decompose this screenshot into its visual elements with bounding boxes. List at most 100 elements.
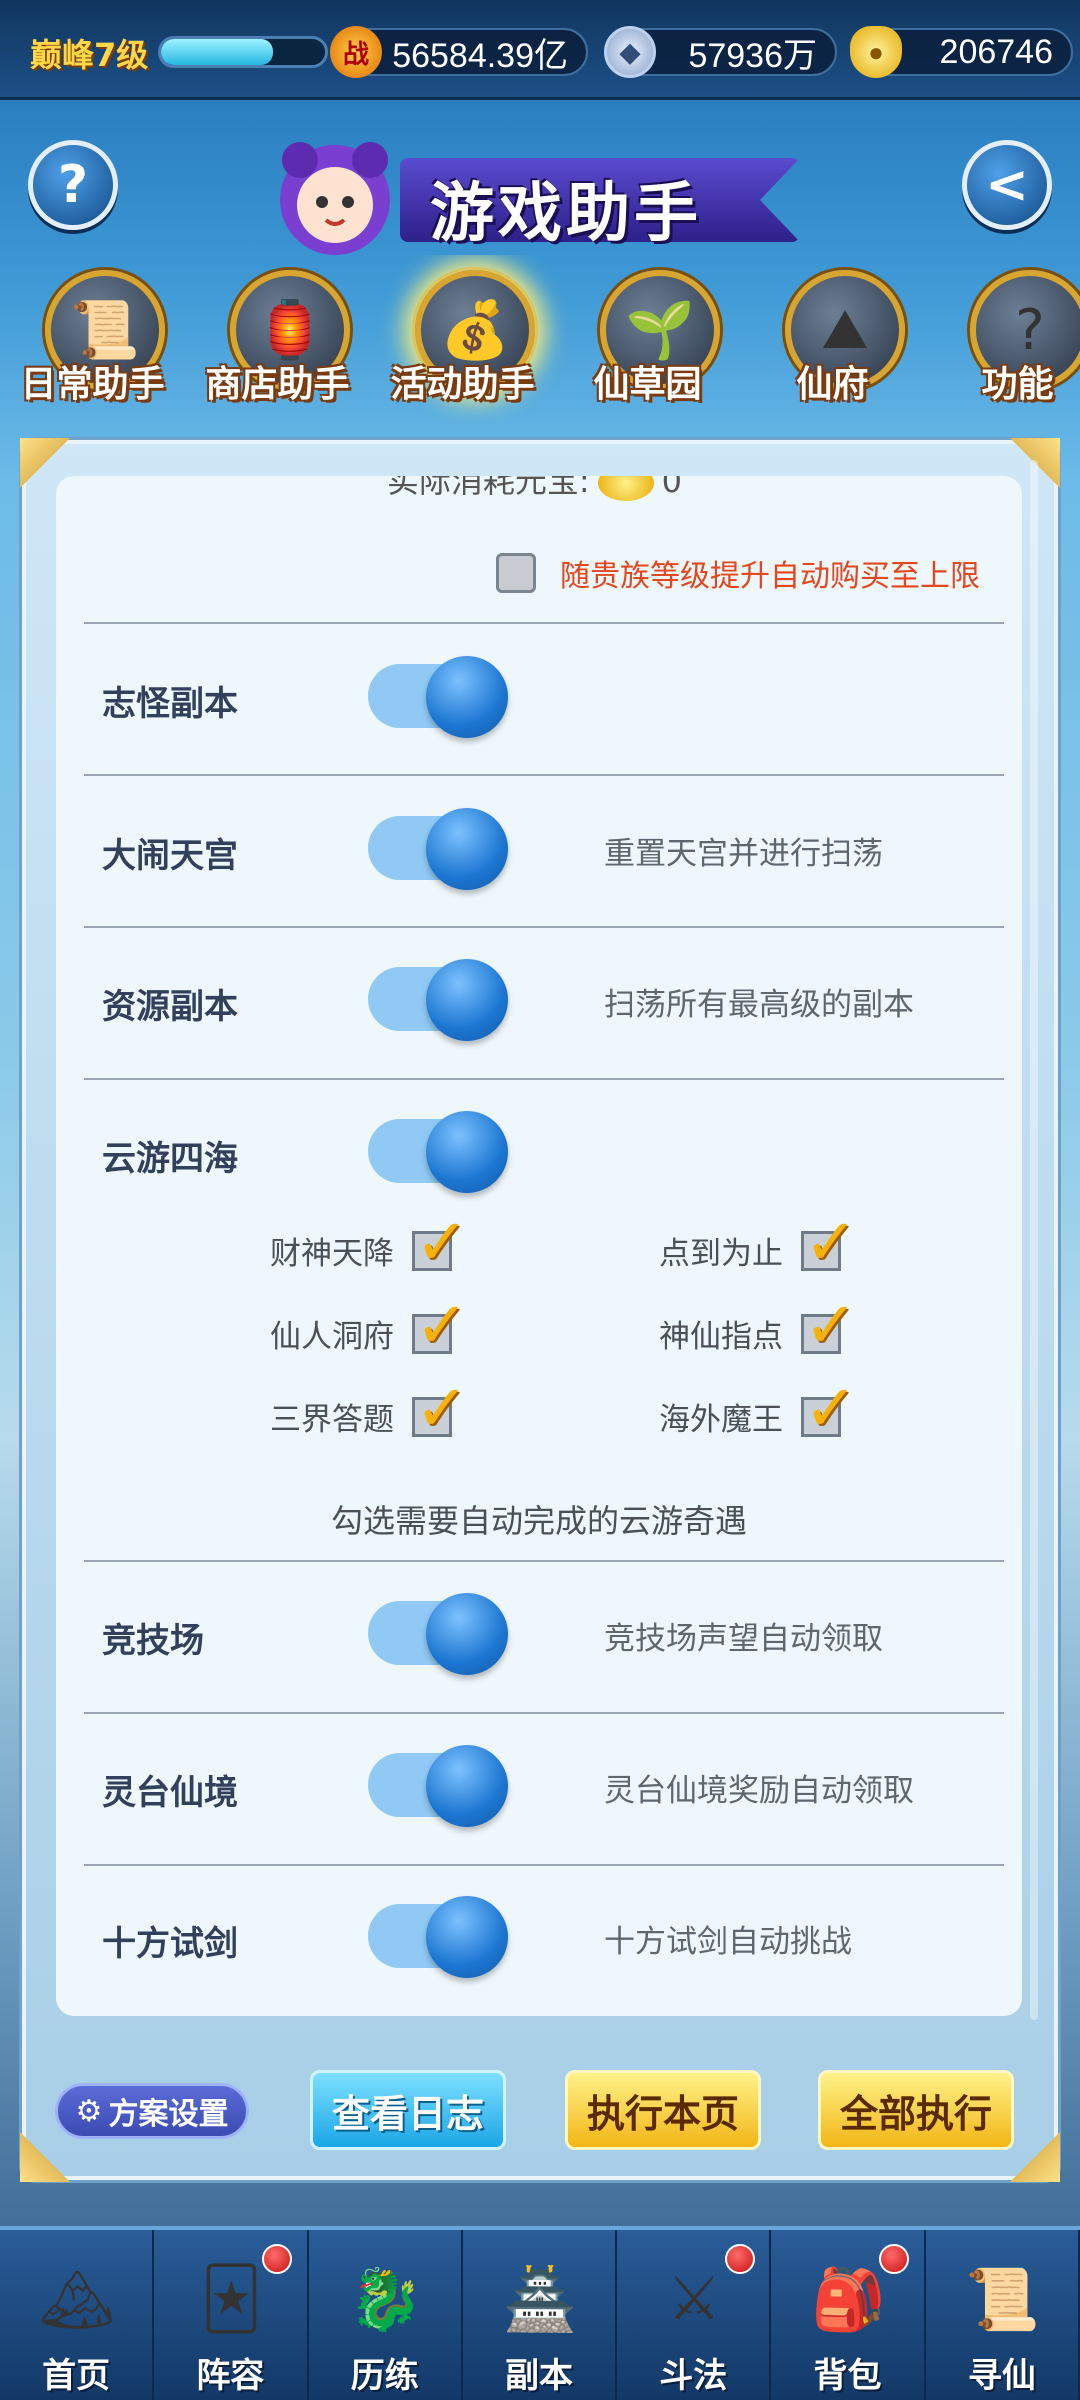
- ingot-icon: [597, 476, 654, 501]
- checkbox-checked[interactable]: ✓: [412, 1372, 469, 1446]
- nav-backpack[interactable]: 🎒 背包: [771, 2230, 926, 2400]
- row-label-danao-tiangong: 大闹天宫: [102, 836, 238, 876]
- back-button[interactable]: <: [962, 140, 1052, 230]
- nav-lineup[interactable]: 🃏 阵容: [154, 2230, 309, 2400]
- nav-duel[interactable]: ⚔ 斗法: [617, 2230, 772, 2400]
- help-button[interactable]: ?: [28, 140, 118, 230]
- rank-label: 巅峰7级: [30, 36, 149, 74]
- plan-settings-button[interactable]: ⚙ 方案设置: [55, 2083, 249, 2139]
- corner-ornament: [20, 2132, 70, 2182]
- nobility-auto-buy-checkbox[interactable]: [496, 553, 536, 593]
- nav-home[interactable]: 🏔 首页: [0, 2230, 155, 2400]
- ingot-cost-label: 实际消耗元宝:: [386, 476, 590, 500]
- check-icon: ✓: [415, 1288, 469, 1363]
- nobility-auto-buy-option: 随贵族等级提升自动购买至上限: [496, 551, 980, 595]
- row-label-zhiguai: 志怪副本: [102, 684, 238, 724]
- divider: [84, 1864, 1004, 1866]
- scroll-icon: 📜: [965, 2264, 1041, 2335]
- tab-label: 仙府: [796, 364, 869, 405]
- notification-dot: [262, 2244, 293, 2274]
- ingot-display: ● 206746: [850, 26, 1073, 78]
- checkbox-checked[interactable]: ✓: [412, 1289, 469, 1363]
- toggle-shifang[interactable]: [368, 1896, 508, 1978]
- row-label-shifang: 十方试剑: [102, 1924, 238, 1964]
- tab-label: 功能: [981, 364, 1054, 405]
- ingot-cost-line: 实际消耗元宝: 0: [56, 476, 1022, 506]
- tab-shop[interactable]: 🏮 商店助手: [185, 255, 370, 425]
- nav-training[interactable]: 🐉 历练: [309, 2230, 463, 2400]
- checkbox-checked[interactable]: ✓: [801, 1372, 858, 1446]
- xp-progress-fill: [161, 39, 273, 65]
- cloud-option-sanjie[interactable]: 三界答题 ✓: [270, 1372, 469, 1446]
- ingot-cost-value: 0: [661, 476, 682, 500]
- divider: [84, 774, 1004, 776]
- nobility-auto-buy-label: 随贵族等级提升自动购买至上限: [560, 559, 980, 594]
- divider: [84, 1078, 1004, 1080]
- checkbox-checked[interactable]: ✓: [801, 1289, 858, 1363]
- coin-icon: ◆: [604, 26, 656, 78]
- toggle-zhiguai[interactable]: [368, 656, 508, 738]
- back-arrow-icon: <: [985, 155, 1029, 215]
- divider: [84, 1712, 1004, 1714]
- cloud-option-caishen[interactable]: 财神天降 ✓: [270, 1206, 469, 1280]
- check-icon: ✓: [804, 1205, 858, 1280]
- power-icon: 战: [330, 26, 382, 78]
- check-icon: ✓: [415, 1371, 469, 1446]
- cloud-option-xianren[interactable]: 仙人洞府 ✓: [270, 1289, 469, 1363]
- xp-progress-bar: [158, 36, 328, 68]
- row-label-arena: 竞技场: [102, 1621, 204, 1661]
- tab-label: 活动助手: [390, 364, 535, 405]
- cloud-option-diandao[interactable]: 点到为止 ✓: [659, 1206, 858, 1280]
- top-status-bar: 巅峰7级 战 56584.39亿 ◆ 57936万 ● 206746: [0, 0, 1080, 100]
- execute-page-button[interactable]: 执行本页: [565, 2070, 761, 2150]
- page-title: 游戏助手: [430, 177, 702, 251]
- tab-label: 仙草园: [593, 364, 702, 405]
- coin-display: ◆ 57936万: [604, 26, 837, 78]
- divider: [84, 622, 1004, 624]
- tab-mansion[interactable]: ⛰ 仙府: [740, 255, 925, 425]
- tab-herb-garden[interactable]: 🌱 仙草园: [555, 255, 740, 425]
- row-label-yunyou: 云游四海: [102, 1139, 238, 1179]
- toggle-lingtai[interactable]: [368, 1745, 508, 1827]
- toggle-danao-tiangong[interactable]: [368, 808, 508, 890]
- notification-dot: [725, 2244, 756, 2274]
- tab-activity[interactable]: 💰 活动助手: [370, 255, 555, 425]
- checkbox-checked[interactable]: ✓: [801, 1206, 858, 1280]
- check-icon: ✓: [415, 1205, 469, 1280]
- pagoda-icon: 🏯: [502, 2264, 578, 2335]
- tab-label: 日常助手: [20, 364, 165, 405]
- home-icon: 🏔: [38, 2264, 116, 2335]
- panel-scrollbar[interactable]: [1030, 460, 1038, 2020]
- checkbox-checked[interactable]: ✓: [412, 1206, 469, 1280]
- tab-label: 商店助手: [205, 364, 350, 405]
- power-display: 战 56584.39亿: [330, 26, 588, 78]
- row-label-resource: 资源副本: [102, 987, 238, 1027]
- divider: [84, 926, 1004, 928]
- power-value: 56584.39亿: [392, 36, 568, 75]
- row-desc-lingtai: 灵台仙境奖励自动领取: [604, 1773, 914, 1809]
- nav-seek-immortal[interactable]: 📜 寻仙: [926, 2230, 1080, 2400]
- cloud-options-hint: 勾选需要自动完成的云游奇遇: [330, 1502, 747, 1540]
- divider: [84, 1560, 1004, 1562]
- view-log-button[interactable]: 查看日志: [310, 2070, 506, 2150]
- dragon-icon: 🐉: [348, 2264, 423, 2335]
- title-banner: 游戏助手: [260, 140, 820, 255]
- toggle-arena[interactable]: [368, 1593, 508, 1675]
- row-desc-resource: 扫荡所有最高级的副本: [604, 987, 914, 1023]
- notification-dot: [879, 2244, 910, 2274]
- row-label-lingtai: 灵台仙境: [102, 1773, 238, 1813]
- cloud-option-haiwai[interactable]: 海外魔王 ✓: [659, 1372, 858, 1446]
- execute-all-button[interactable]: 全部执行: [818, 2070, 1014, 2150]
- tab-features[interactable]: ? 功能: [925, 255, 1080, 425]
- toggle-yunyou[interactable]: [368, 1111, 508, 1193]
- settings-list[interactable]: 实际消耗元宝: 0 随贵族等级提升自动购买至上限 志怪副本 大闹天宫 重置天宫并进…: [56, 476, 1022, 2016]
- coin-value: 57936万: [688, 36, 817, 75]
- tab-daily[interactable]: 📜 日常助手: [0, 255, 185, 425]
- ingot-icon: ●: [850, 26, 902, 78]
- row-desc-shifang: 十方试剑自动挑战: [604, 1924, 852, 1960]
- toggle-resource[interactable]: [368, 959, 508, 1041]
- check-icon: ✓: [804, 1288, 858, 1363]
- nav-dungeon[interactable]: 🏯 副本: [463, 2230, 618, 2400]
- check-icon: ✓: [804, 1371, 858, 1446]
- cloud-option-shenxian[interactable]: 神仙指点 ✓: [659, 1289, 858, 1363]
